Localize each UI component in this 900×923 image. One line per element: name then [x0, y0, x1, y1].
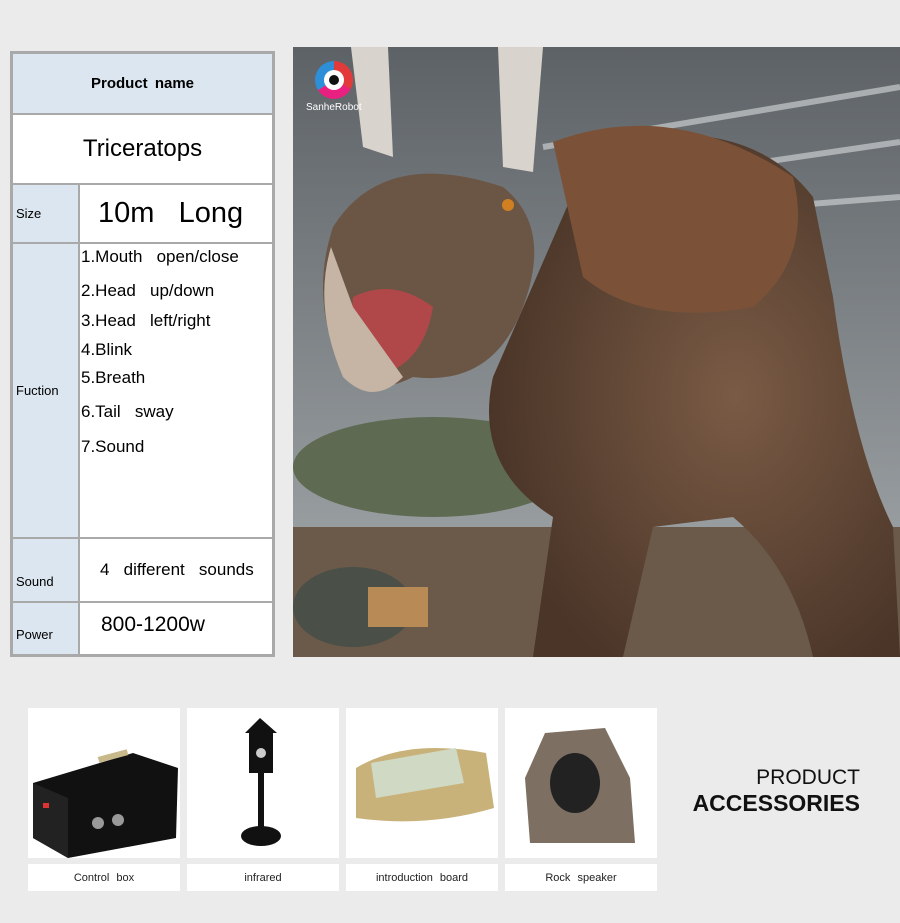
table-header: Product name	[12, 53, 273, 114]
logo-text: SanheRobot	[306, 102, 362, 113]
introduction-board-image	[346, 708, 498, 858]
accessories-title-line2: ACCESSORIES	[692, 790, 860, 816]
accessory-label: introduction board	[346, 864, 498, 891]
accessory-label: infrared	[187, 864, 339, 891]
function-item: 2.Head up/down	[81, 281, 215, 300]
power-label: Power	[12, 602, 79, 655]
function-item: 7.Sound	[81, 437, 145, 456]
function-item: 4.Blink	[81, 340, 133, 359]
triceratops-photo: SanheRobot	[293, 47, 900, 657]
size-value: 10m Long	[79, 184, 273, 243]
spec-table: Product name Triceratops Size 10m Long F…	[10, 51, 275, 657]
function-label: Fuction	[12, 243, 79, 538]
sound-label: Sound	[12, 538, 79, 602]
power-value: 800-1200w	[79, 602, 273, 655]
rock-speaker-image	[505, 708, 657, 858]
accessories-title: PRODUCT ACCESSORIES	[693, 766, 860, 817]
function-item: 1.Mouth open/close	[81, 247, 239, 266]
function-list: 1.Mouth open/close 2.Head up/down 3.Head…	[79, 243, 273, 538]
accessories-title-line1: PRODUCT	[756, 766, 860, 789]
sound-value: 4 different sounds	[79, 538, 273, 602]
function-item: 6.Tail sway	[81, 402, 174, 421]
control-box-image	[28, 708, 180, 858]
accessory-label: Rock speaker	[505, 864, 657, 891]
function-item: 3.Head left/right	[81, 311, 211, 330]
accessory-label: Control box	[28, 864, 180, 891]
size-label: Size	[12, 184, 79, 243]
infrared-image	[187, 708, 339, 858]
function-item: 5.Breath	[81, 368, 146, 387]
sanherobot-logo-icon	[315, 61, 353, 99]
product-name: Triceratops	[12, 114, 273, 184]
